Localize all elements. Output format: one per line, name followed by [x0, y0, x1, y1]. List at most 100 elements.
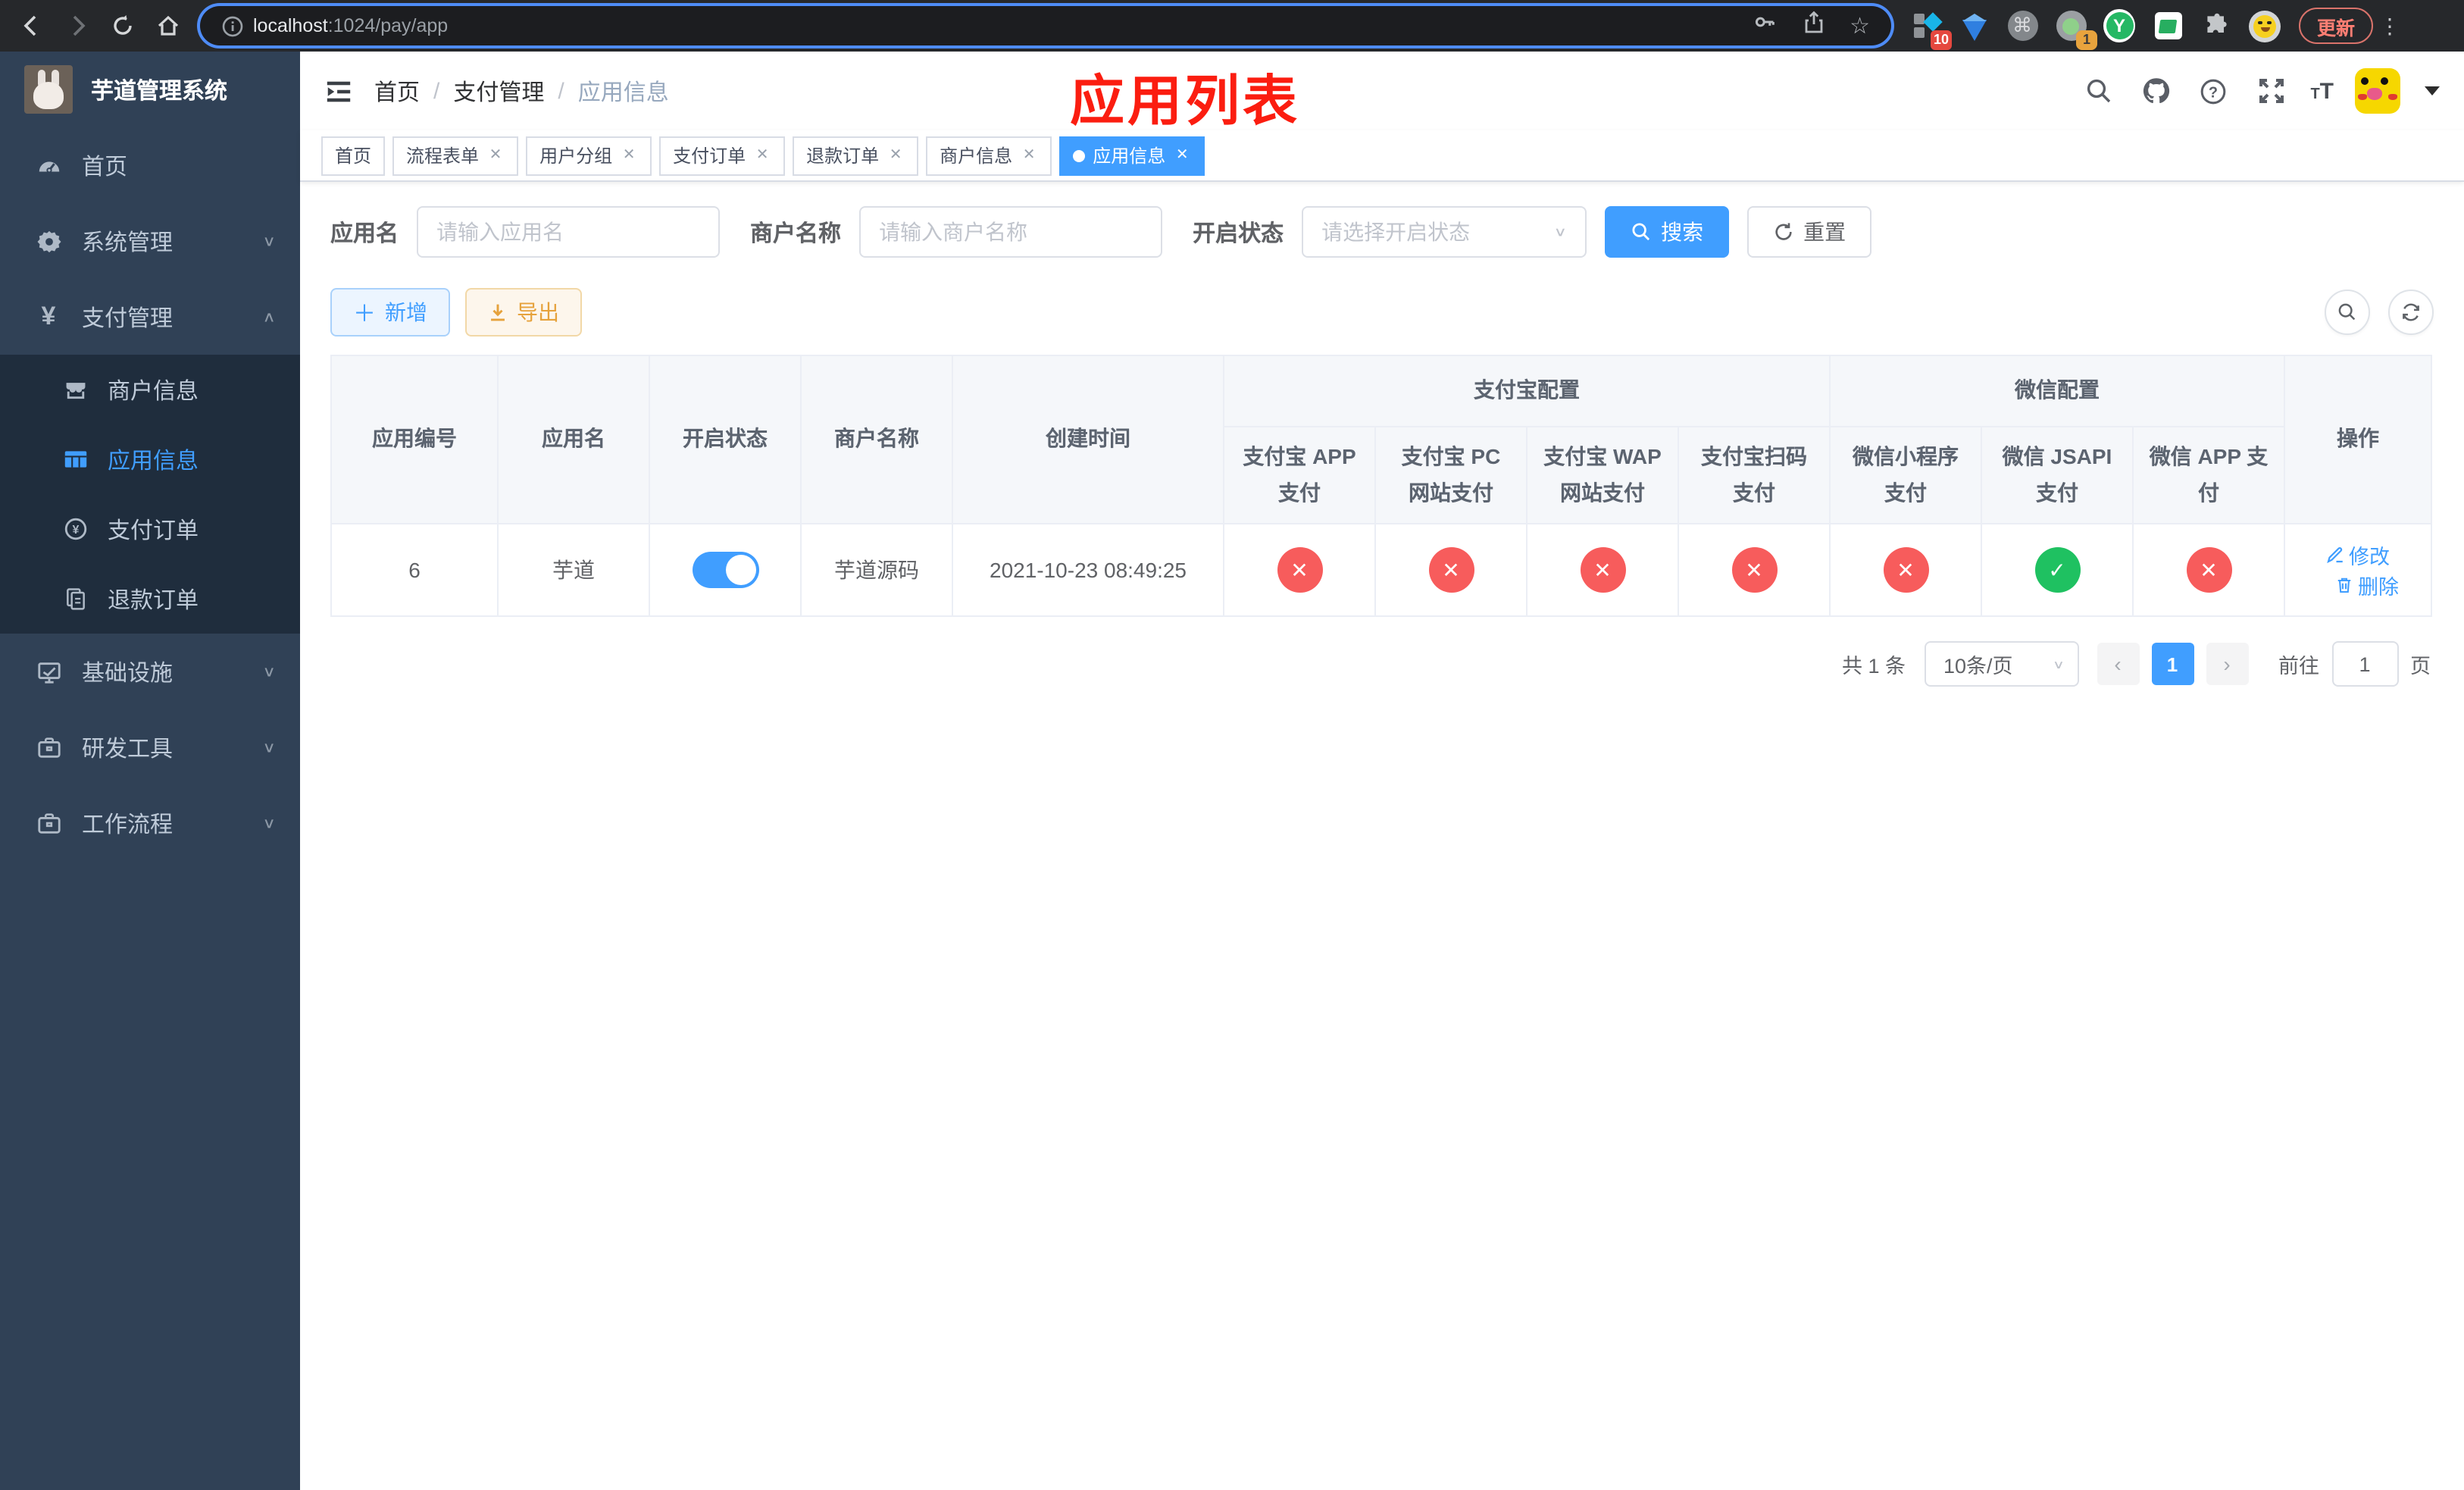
search-button[interactable]: 搜索 — [1605, 206, 1730, 258]
col-app-name: 应用名 — [497, 355, 650, 524]
extension-command-icon[interactable]: ⌘ — [2006, 10, 2038, 42]
col-group-wechat: 微信配置 — [1828, 355, 2286, 427]
toggle-search-button[interactable] — [2325, 290, 2370, 335]
help-icon[interactable]: ? — [2195, 73, 2231, 109]
sidebar-item-app-info[interactable]: 应用信息 — [0, 424, 300, 494]
col-actions: 操作 — [2284, 355, 2433, 524]
browser-menu-icon[interactable]: ⋮ — [2379, 13, 2400, 39]
app-name-input[interactable] — [417, 206, 721, 258]
grid-icon — [59, 447, 92, 471]
sidebar-logo[interactable]: 芋道管理系统 — [0, 52, 300, 127]
cell-status — [649, 523, 802, 617]
sidebar: 芋道管理系统 首页 系统管理 ∨ ¥ 支付管理 ∧ 商户信息 应用信息 ¥ 支付… — [0, 52, 300, 1490]
close-icon[interactable]: ✕ — [753, 146, 771, 164]
sidebar-item-payment[interactable]: ¥ 支付管理 ∧ — [0, 279, 300, 355]
col-status: 开启状态 — [649, 355, 802, 524]
chevron-up-icon: ∧ — [262, 308, 276, 326]
breadcrumb-home[interactable]: 首页 — [374, 75, 420, 107]
sidebar-item-home[interactable]: 首页 — [0, 127, 300, 203]
sidebar-item-system[interactable]: 系统管理 ∨ — [0, 203, 300, 279]
extension-gem-icon[interactable] — [1958, 10, 1990, 42]
bookmark-star-icon[interactable]: ☆ — [1850, 12, 1870, 39]
tab-pay-orders[interactable]: 支付订单 ✕ — [659, 136, 786, 175]
col-app-id: 应用编号 — [330, 355, 499, 524]
sidebar-item-dev-tools[interactable]: 研发工具 ∨ — [0, 709, 300, 785]
extension-y-icon[interactable]: Y — [2103, 9, 2135, 42]
extension-blocks-icon[interactable]: 10 — [1909, 10, 1952, 49]
password-key-icon[interactable] — [1751, 9, 1777, 42]
site-info-icon[interactable] — [221, 14, 244, 37]
tab-process-form[interactable]: 流程表单 ✕ — [392, 136, 519, 175]
navbar: 首页 / 支付管理 / 应用信息 应用列表 ? TT — [300, 52, 2464, 132]
add-button[interactable]: ＋ 新增 — [330, 288, 451, 337]
next-page-button[interactable]: › — [2206, 643, 2248, 685]
close-icon[interactable]: ✕ — [1173, 146, 1191, 164]
merchant-name-input[interactable] — [859, 206, 1163, 258]
browser-forward-icon[interactable] — [55, 3, 100, 49]
tab-user-group[interactable]: 用户分组 ✕ — [526, 136, 652, 175]
sidebar-item-merchant-info[interactable]: 商户信息 — [0, 355, 300, 424]
extension-smiley-icon[interactable] — [2249, 10, 2281, 42]
avatar-caret-icon[interactable] — [2425, 86, 2440, 95]
browser-home-icon[interactable] — [145, 3, 191, 49]
refresh-button[interactable] — [2388, 290, 2434, 335]
close-icon[interactable]: ✕ — [886, 146, 905, 164]
app-table: 应用编号 应用名 开启状态 商户名称 创建时间 支付宝配置 微信配置 操作 支付… — [330, 355, 2433, 617]
page-size-select[interactable]: 10条/页 ∨ — [1924, 641, 2078, 687]
extensions-puzzle-icon[interactable] — [2200, 10, 2232, 42]
breadcrumb-payment[interactable]: 支付管理 — [453, 75, 544, 107]
user-avatar[interactable] — [2355, 68, 2400, 114]
svg-text:?: ? — [2209, 84, 2218, 101]
delete-link[interactable]: 删除 — [2335, 570, 2399, 600]
edit-link[interactable]: 修改 — [2326, 540, 2390, 570]
extension-card-icon[interactable] — [2152, 10, 2184, 42]
sidebar-item-refund-orders[interactable]: 退款订单 — [0, 564, 300, 634]
reset-button[interactable]: 重置 — [1747, 206, 1872, 258]
tab-refund-orders[interactable]: 退款订单 ✕ — [793, 136, 919, 175]
browser-back-icon[interactable] — [9, 3, 55, 49]
col-alipay-wap: 支付宝 WAP 网站支付 — [1526, 426, 1679, 524]
col-wechat-app: 微信 APP 支付 — [2131, 426, 2286, 524]
browser-update-button[interactable]: 更新 — [2299, 8, 2374, 44]
goto-page-input[interactable] — [2331, 641, 2398, 687]
share-icon[interactable] — [1801, 10, 1825, 42]
address-bar[interactable]: localhost:1024/pay/app ☆ — [200, 6, 1891, 45]
close-icon[interactable]: ✕ — [1020, 146, 1038, 164]
plus-icon: ＋ — [353, 301, 377, 327]
page-content: 应用名 商户名称 开启状态 请选择开启状态 ∨ 搜索 — [300, 182, 2464, 1490]
header-search-icon[interactable] — [2080, 73, 2116, 109]
font-size-icon[interactable]: TT — [2310, 78, 2334, 104]
sidebar-item-pay-orders[interactable]: ¥ 支付订单 — [0, 494, 300, 564]
tab-merchant-info[interactable]: 商户信息 ✕ — [926, 136, 1052, 175]
extension-profile-icon[interactable]: 1 — [2055, 10, 2097, 49]
dashboard-icon — [30, 152, 67, 178]
status-select[interactable]: 请选择开启状态 ∨ — [1302, 206, 1587, 258]
chevron-down-icon: ∨ — [262, 232, 276, 250]
fullscreen-icon[interactable] — [2253, 73, 2289, 109]
status-toggle[interactable] — [692, 552, 758, 588]
url-text[interactable]: localhost:1024/pay/app — [253, 15, 1751, 36]
sidebar-item-workflow[interactable]: 工作流程 ∨ — [0, 785, 300, 861]
col-alipay-pc: 支付宝 PC 网站支付 — [1374, 426, 1527, 524]
sidebar-item-infrastructure[interactable]: 基础设施 ∨ — [0, 634, 300, 709]
tab-home[interactable]: 首页 — [321, 136, 386, 175]
col-merchant: 商户名称 — [800, 355, 953, 524]
export-button[interactable]: 导出 — [465, 288, 583, 337]
close-icon[interactable]: ✕ — [620, 146, 638, 164]
github-icon[interactable] — [2137, 73, 2174, 109]
merchant-name-label: 商户名称 — [750, 221, 842, 246]
svg-text:¥: ¥ — [73, 524, 80, 537]
page-1-button[interactable]: 1 — [2151, 643, 2194, 685]
close-icon[interactable]: ✕ — [486, 146, 505, 164]
col-alipay-qr: 支付宝扫码支付 — [1678, 426, 1831, 524]
active-dot — [1073, 149, 1086, 161]
sidebar-fold-icon[interactable] — [324, 77, 353, 105]
tab-app-info[interactable]: 应用信息 ✕ — [1059, 136, 1205, 175]
briefcase-icon — [30, 810, 67, 836]
chevron-down-icon: ∨ — [1553, 224, 1568, 239]
pagination: 共 1 条 10条/页 ∨ ‹ 1 › 前往 页 — [330, 641, 2431, 687]
prev-page-button[interactable]: ‹ — [2097, 643, 2139, 685]
browser-reload-icon[interactable] — [100, 3, 145, 49]
alipay-app-status-icon: ✕ — [1277, 547, 1322, 593]
extension-badge: 10 — [1930, 30, 1952, 49]
